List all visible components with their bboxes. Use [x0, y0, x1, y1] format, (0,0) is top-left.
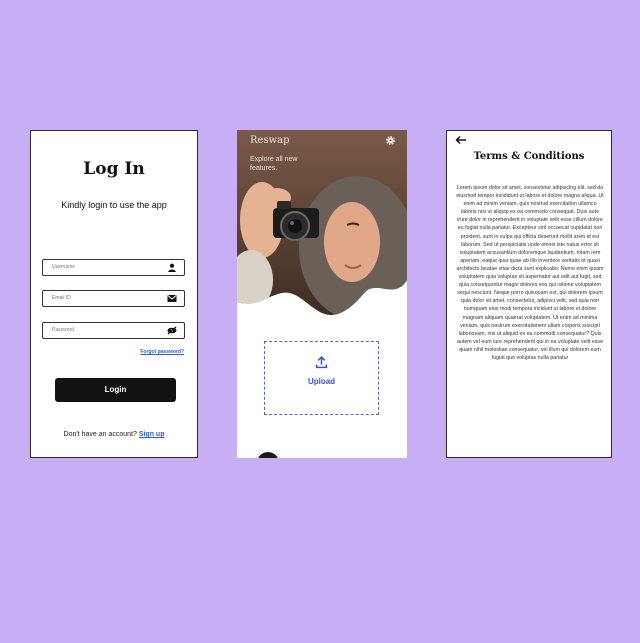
login-screen: Log In Kindly login to use the app Usern… [30, 130, 198, 458]
back-arrow-icon[interactable] [455, 135, 467, 145]
login-button[interactable]: Login [55, 378, 176, 402]
tagline: Explore all new features. [250, 156, 298, 172]
signup-link[interactable]: Sign up [139, 431, 165, 438]
terms-title: Terms & Conditions [473, 151, 585, 162]
username-placeholder: Username [52, 264, 76, 270]
mail-icon [167, 295, 177, 302]
password-field[interactable]: Password [42, 322, 185, 339]
username-field[interactable]: Username [42, 259, 185, 276]
upload-label: Upload [307, 377, 336, 386]
signup-row: Don't have an account? Sign up [31, 431, 197, 438]
email-placeholder: Email ID [52, 295, 71, 301]
terms-body: Lorem ipsum dolor sit amet, consectetur … [456, 185, 604, 361]
gear-icon[interactable] [385, 135, 396, 146]
terms-screen: Terms & Conditions Lorem ipsum dolor sit… [446, 130, 612, 458]
signup-prompt: Don't have an account? [63, 431, 137, 438]
upload-dropzone[interactable]: Upload [264, 341, 379, 415]
password-placeholder: Password [52, 327, 74, 333]
app-name: Reswap [250, 135, 290, 146]
forgot-password-link[interactable]: Forgot password? [140, 349, 184, 355]
person-icon [168, 263, 176, 272]
floating-action-button[interactable] [257, 452, 279, 458]
upload-screen: Reswap Explore all new features. Upload [237, 130, 407, 458]
email-field[interactable]: Email ID [42, 290, 185, 307]
login-title: Log In [83, 159, 145, 179]
login-subtitle: Kindly login to use the app [61, 200, 167, 210]
eye-off-icon[interactable] [167, 326, 177, 335]
upload-icon [315, 356, 328, 369]
